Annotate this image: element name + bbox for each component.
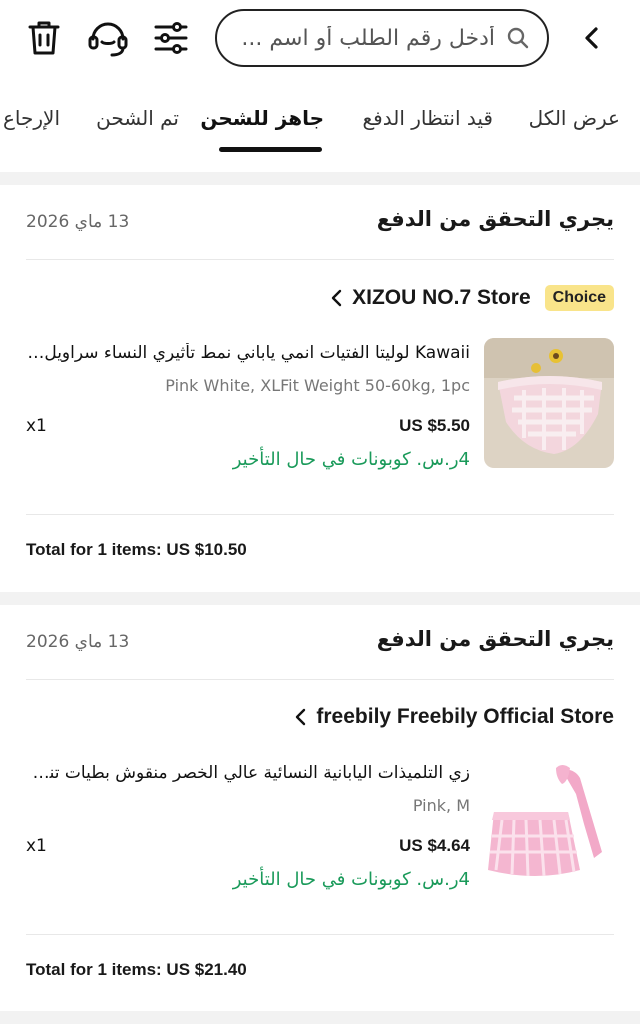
product-quantity: x1 — [26, 416, 47, 436]
search-placeholder: أدخل رقم الطلب أو اسم ... — [241, 25, 495, 51]
order-status: يجري التحقق من الدفع — [376, 627, 614, 651]
product-title[interactable]: زي التلميذات اليابانية النسائية عالي الخ… — [26, 763, 470, 783]
divider — [26, 259, 614, 260]
product-quantity: x1 — [26, 836, 47, 856]
filter-sliders-icon[interactable] — [148, 14, 194, 62]
order-total: Total for 1 items: US $10.50 — [26, 540, 247, 559]
tab-awaiting-payment[interactable]: قيد انتظار الدفع — [363, 106, 493, 130]
tab-all[interactable]: عرض الكل — [529, 106, 620, 130]
tab-returns[interactable]: الإرجاع — [3, 106, 60, 130]
search-input[interactable]: أدخل رقم الطلب أو اسم ... — [215, 9, 549, 67]
order-card[interactable]: يجري التحقق من الدفع 13 ماي 2026 Choice … — [0, 185, 640, 592]
order-date: 13 ماي 2026 — [26, 632, 130, 652]
choice-badge: Choice — [544, 285, 614, 311]
tab-shipped[interactable]: تم الشحن — [96, 106, 179, 130]
product-variant: Pink White, XLFit Weight 50-60kg, 1pc — [165, 376, 470, 395]
store-row[interactable]: Choice XIZOU NO.7 Store — [328, 285, 614, 311]
chevron-left-icon[interactable] — [570, 14, 614, 62]
order-total: Total for 1 items: US $21.40 — [26, 960, 247, 979]
tab-ready-to-ship[interactable]: جاهز للشحن — [200, 106, 324, 130]
delay-coupon-text: 4ر.س. كوبونات في حال التأخير — [232, 869, 470, 890]
divider — [26, 679, 614, 680]
store-row[interactable]: freebily Freebily Official Store — [292, 705, 614, 729]
product-variant: Pink, M — [412, 796, 470, 815]
divider — [26, 514, 614, 515]
order-tabs: عرض الكل قيد انتظار الدفع جاهز للشحن تم … — [0, 88, 640, 172]
active-tab-indicator — [219, 147, 322, 152]
page-background-strip — [0, 1011, 640, 1024]
store-name[interactable]: XIZOU NO.7 Store — [352, 286, 531, 310]
order-status: يجري التحقق من الدفع — [376, 207, 614, 231]
product-image[interactable] — [484, 758, 614, 888]
support-headset-icon[interactable] — [84, 14, 132, 62]
product-title[interactable]: Kawaii لوليتا الفتيات انمي ياباني نمط تأ… — [26, 343, 470, 363]
store-name[interactable]: freebily Freebily Official Store — [316, 705, 614, 729]
trash-icon[interactable] — [22, 14, 66, 62]
product-price: US $4.64 — [399, 836, 470, 855]
top-bar: أدخل رقم الطلب أو اسم ... — [0, 0, 640, 88]
divider — [26, 934, 614, 935]
order-date: 13 ماي 2026 — [26, 212, 130, 232]
product-image[interactable] — [484, 338, 614, 468]
product-price: US $5.50 — [399, 416, 470, 435]
chevron-left-icon — [328, 287, 344, 309]
order-card[interactable]: يجري التحقق من الدفع 13 ماي 2026 freebil… — [0, 605, 640, 1011]
search-icon — [505, 25, 531, 51]
chevron-left-icon — [292, 706, 308, 728]
delay-coupon-text: 4ر.س. كوبونات في حال التأخير — [232, 449, 470, 470]
